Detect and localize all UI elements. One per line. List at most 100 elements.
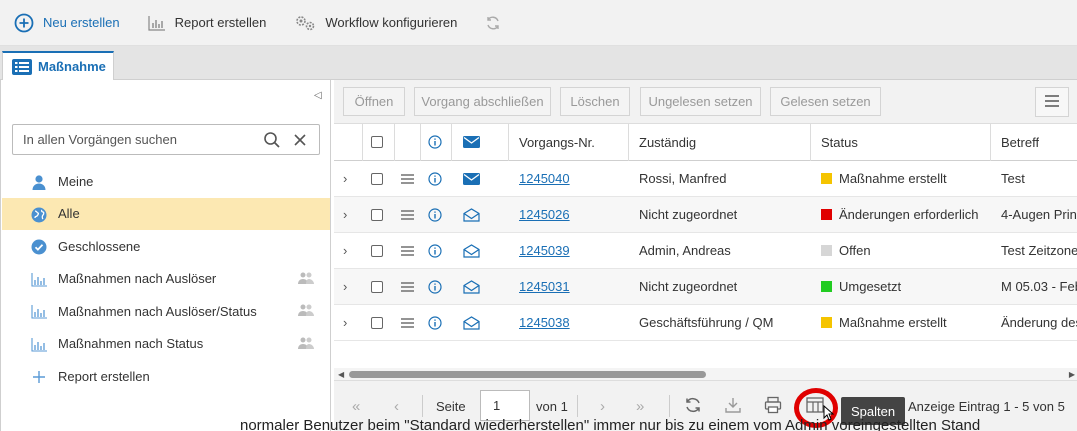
refresh-button[interactable] <box>485 8 510 38</box>
unread-mail-icon[interactable] <box>463 161 480 196</box>
row-checkbox[interactable] <box>371 233 383 268</box>
sidebar-item-label: Report erstellen <box>58 368 150 384</box>
scroll-left-icon[interactable]: ◀ <box>338 370 344 379</box>
hamburger-icon <box>1045 94 1059 110</box>
tab-label: Maßnahme <box>38 59 106 74</box>
table-row[interactable]: › 1245040 Rossi, Manfred Maßnahme erstel… <box>334 161 1077 197</box>
case-number-link[interactable]: 1245031 <box>519 269 570 304</box>
read-mail-icon[interactable] <box>463 197 480 232</box>
row-menu-icon[interactable] <box>401 233 414 268</box>
column-header-vorgangs-nr[interactable]: Vorgangs-Nr. <box>519 124 595 160</box>
row-checkbox[interactable] <box>371 161 383 196</box>
scrollbar-thumb[interactable] <box>349 371 706 378</box>
column-header-zustaendig[interactable]: Zuständig <box>639 124 696 160</box>
status-text: Änderungen erforderlich <box>839 207 979 222</box>
sidebar-nav: Meine Alle Geschlossene Maßnahmen nach A… <box>2 165 330 393</box>
workflow-button-label: Workflow konfigurieren <box>325 15 458 30</box>
grid-menu-button[interactable] <box>1035 87 1069 117</box>
select-all-checkbox[interactable] <box>371 124 383 160</box>
delete-button[interactable]: Löschen <box>560 87 630 116</box>
case-number-link[interactable]: 1245038 <box>519 305 570 340</box>
assignee: Rossi, Manfred <box>639 171 727 186</box>
read-mail-icon[interactable] <box>463 269 480 304</box>
horizontal-scrollbar[interactable]: ◀ ▶ <box>334 368 1077 380</box>
search-icon[interactable] <box>263 131 281 152</box>
status: Offen <box>821 233 871 268</box>
column-header-betreff[interactable]: Betreff <box>1001 124 1039 160</box>
table-row[interactable]: › 1245026 Nicht zugeordnet Änderungen er… <box>334 197 1077 233</box>
download-icon[interactable] <box>724 396 742 417</box>
new-button-label: Neu erstellen <box>43 15 120 30</box>
table-row[interactable]: › 1245039 Admin, Andreas Offen Test Zeit… <box>334 233 1077 269</box>
expand-icon[interactable]: › <box>343 233 347 268</box>
sidebar-item-alle[interactable]: Alle <box>2 197 330 230</box>
prev-page-icon[interactable]: ‹ <box>394 398 399 415</box>
scroll-right-icon[interactable]: ▶ <box>1069 370 1075 379</box>
row-menu-icon[interactable] <box>401 161 414 196</box>
info-icon[interactable] <box>428 197 442 232</box>
new-button[interactable]: Neu erstellen <box>14 8 120 38</box>
info-icon[interactable] <box>428 161 442 196</box>
refresh-icon[interactable] <box>684 396 702 417</box>
sidebar-item-massnahmen-nach-ausloeser-status[interactable]: Maßnahmen nach Auslöser/Status <box>2 295 330 328</box>
sidebar-item-label: Geschlossene <box>58 238 141 254</box>
table-row[interactable]: › 1245031 Nicht zugeordnet Umgesetzt M 0… <box>334 269 1077 305</box>
last-page-icon[interactable]: » <box>636 398 644 415</box>
case-number-link[interactable]: 1245039 <box>519 233 570 268</box>
page-count-label: von 1 <box>536 399 568 414</box>
row-checkbox[interactable] <box>371 269 383 304</box>
case-number-link[interactable]: 1245026 <box>519 197 570 232</box>
search-input[interactable] <box>23 132 253 147</box>
print-icon[interactable] <box>764 396 782 417</box>
report-button[interactable]: Report erstellen <box>148 8 266 38</box>
next-page-icon[interactable]: › <box>600 398 605 415</box>
column-header-status[interactable]: Status <box>821 124 858 160</box>
close-case-button[interactable]: Vorgang abschließen <box>414 87 551 116</box>
subject: M 05.03 - Feb <box>1001 279 1077 294</box>
status: Maßnahme erstellt <box>821 161 947 196</box>
status: Umgesetzt <box>821 269 901 304</box>
read-mail-icon[interactable] <box>463 233 480 268</box>
mark-unread-button[interactable]: Ungelesen setzen <box>640 87 761 116</box>
status-color-square <box>821 209 832 220</box>
sidebar-item-geschlossene[interactable]: Geschlossene <box>2 230 330 263</box>
bar-chart-icon <box>148 15 166 31</box>
row-checkbox[interactable] <box>371 305 383 340</box>
info-icon[interactable] <box>428 305 442 340</box>
sidebar-item-massnahmen-nach-ausloeser[interactable]: Maßnahmen nach Auslöser <box>2 263 330 296</box>
open-button[interactable]: Öffnen <box>343 87 405 116</box>
read-mail-icon[interactable] <box>463 305 480 340</box>
collapse-sidebar-icon[interactable]: ◁ <box>314 90 322 101</box>
case-number-link[interactable]: 1245040 <box>519 161 570 196</box>
status-color-square <box>821 281 832 292</box>
row-checkbox[interactable] <box>371 197 383 232</box>
main-panel: Öffnen Vorgang abschließen Löschen Ungel… <box>334 80 1077 431</box>
sidebar-item-label: Maßnahmen nach Status <box>58 336 204 352</box>
expand-icon[interactable]: › <box>343 305 347 340</box>
mark-read-button[interactable]: Gelesen setzen <box>770 87 881 116</box>
grid-header-row: Vorgangs-Nr. Zuständig Status Betreff <box>334 124 1077 161</box>
row-menu-icon[interactable] <box>401 197 414 232</box>
background-document-text: normaler Benutzer beim "Standard wiederh… <box>240 417 981 431</box>
expand-icon[interactable]: › <box>343 197 347 232</box>
data-grid: Vorgangs-Nr. Zuständig Status Betreff › … <box>334 124 1077 364</box>
sidebar-item-report-erstellen[interactable]: Report erstellen <box>2 360 330 393</box>
sidebar-item-meine[interactable]: Meine <box>2 165 330 198</box>
row-menu-icon[interactable] <box>401 269 414 304</box>
info-column-icon <box>428 124 442 160</box>
expand-icon[interactable]: › <box>343 269 347 304</box>
assignee: Nicht zugeordnet <box>639 207 738 222</box>
row-menu-icon[interactable] <box>401 305 414 340</box>
first-page-icon[interactable]: « <box>352 398 360 415</box>
workflow-button[interactable]: Workflow konfigurieren <box>294 8 457 38</box>
info-icon[interactable] <box>428 233 442 268</box>
clear-icon[interactable] <box>291 131 309 152</box>
table-row[interactable]: › 1245038 Geschäftsführung / QM Maßnahme… <box>334 305 1077 341</box>
tab-massnahme[interactable]: Maßnahme <box>2 51 114 80</box>
sidebar-item-label: Maßnahmen nach Auslöser <box>58 271 217 287</box>
gears-icon <box>294 14 316 32</box>
sidebar-item-massnahmen-nach-status[interactable]: Maßnahmen nach Status <box>2 328 330 361</box>
info-icon[interactable] <box>428 269 442 304</box>
expand-icon[interactable]: › <box>343 161 347 196</box>
search-box <box>12 124 320 155</box>
